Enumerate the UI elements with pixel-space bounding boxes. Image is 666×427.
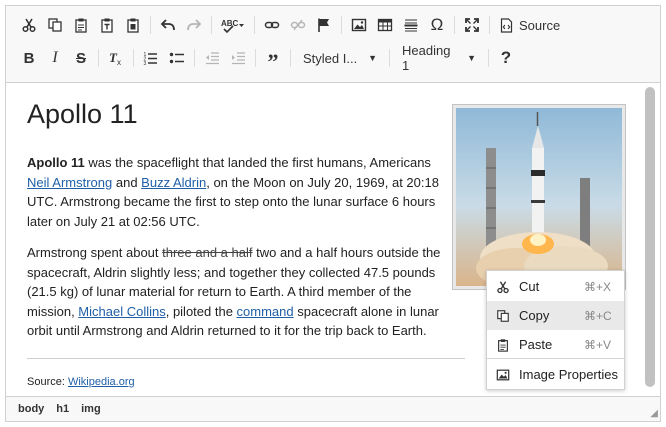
copy-icon: [487, 309, 519, 323]
context-menu-label: Paste: [519, 337, 553, 352]
text-run: and: [112, 174, 142, 190]
resize-handle-icon[interactable]: ◢: [650, 408, 658, 419]
context-menu-shortcut: ⌘+C: [584, 308, 612, 323]
source-citation: Source: Wikipedia.org: [27, 376, 135, 388]
inline-link[interactable]: Neil Armstrong: [27, 175, 112, 190]
strikethrough-icon[interactable]: S: [68, 45, 94, 71]
source-link[interactable]: Wikipedia.org: [68, 376, 135, 388]
text-run: , piloted the: [165, 303, 237, 319]
context-menu-item-cut[interactable]: Cut ⌘+X: [487, 272, 624, 301]
source-button[interactable]: Source: [494, 12, 566, 38]
context-menu-separator: [487, 358, 624, 359]
toolbar-separator: [488, 49, 489, 67]
paste-icon[interactable]: [68, 12, 94, 38]
image-icon: [487, 368, 519, 382]
source-document-icon: [500, 17, 513, 33]
svg-text:ABC: ABC: [221, 19, 239, 28]
special-char-omega-icon[interactable]: Ω: [424, 12, 450, 38]
undo-icon[interactable]: [155, 12, 181, 38]
inline-link[interactable]: Michael Collins: [78, 304, 165, 319]
toolbar-separator: [389, 49, 390, 67]
context-menu-item-copy[interactable]: Copy ⌘+C: [487, 301, 624, 330]
toolbar-separator: [211, 16, 212, 34]
bold-icon[interactable]: B: [16, 45, 42, 71]
toolbar: ABC Ω Source B I S T x 1 2 3 ” Styled I.…: [6, 6, 660, 83]
styles-dropdown[interactable]: Styled I... ▼: [295, 46, 385, 70]
paragraph-details: Armstrong spent about three and a half t…: [27, 243, 447, 341]
apollo-launch-image[interactable]: [452, 104, 626, 290]
toolbar-separator: [454, 16, 455, 34]
toolbar-separator: [150, 16, 151, 34]
remove-format-icon[interactable]: Tx: [103, 45, 129, 71]
blockquote-icon[interactable]: ”: [260, 45, 286, 74]
copy-icon[interactable]: [42, 12, 68, 38]
svg-text:x: x: [117, 58, 121, 66]
bulleted-list-icon[interactable]: [164, 45, 190, 71]
context-menu-label: Copy: [519, 308, 550, 323]
strikethrough-text: three and a half: [162, 245, 253, 260]
path-item-img[interactable]: img: [81, 403, 101, 415]
toolbar-separator: [254, 16, 255, 34]
element-path-bar: body h1 img ◢: [6, 396, 660, 421]
toolbar-row-2: B I S Tx 123 ” Styled I... ▼ Heading 1 ▼…: [16, 43, 519, 74]
text-run: Armstrong spent about: [27, 245, 163, 260]
paragraph-intro: Apollo 11 was the spaceflight that lande…: [27, 153, 447, 231]
link-icon[interactable]: [259, 12, 285, 38]
horizontal-rule: [27, 358, 465, 359]
inline-link[interactable]: command: [237, 304, 294, 319]
source-button-label: Source: [519, 17, 561, 33]
spellcheck-icon[interactable]: ABC: [216, 12, 250, 38]
toolbar-separator: [255, 49, 256, 67]
bold-text: Apollo 11: [27, 155, 85, 170]
source-prefix: Source:: [27, 376, 68, 388]
context-menu-shortcut: ⌘+X: [584, 279, 612, 294]
unlink-icon[interactable]: [285, 12, 311, 38]
page-title: Apollo 11: [27, 99, 138, 129]
toolbar-separator: [98, 49, 99, 67]
format-dropdown[interactable]: Heading 1 ▼: [394, 43, 484, 73]
help-icon[interactable]: ?: [493, 45, 519, 71]
inline-link[interactable]: Buzz Aldrin: [141, 175, 206, 190]
toolbar-separator: [194, 49, 195, 67]
decrease-indent-icon[interactable]: [199, 45, 225, 71]
context-menu-item-image-properties[interactable]: Image Properties: [487, 360, 624, 389]
horizontal-rule-icon[interactable]: [398, 12, 424, 38]
numbered-list-icon[interactable]: 123: [138, 45, 164, 71]
cut-icon: [487, 280, 519, 294]
context-menu: Cut ⌘+X Copy ⌘+C Paste ⌘+V Image Propert…: [486, 270, 625, 390]
path-item-body[interactable]: body: [18, 403, 44, 415]
chevron-down-icon: ▼: [368, 53, 377, 63]
toolbar-separator: [489, 16, 490, 34]
context-menu-label: Cut: [519, 279, 540, 294]
path-item-h1[interactable]: h1: [56, 403, 69, 415]
context-menu-shortcut: ⌘+V: [584, 337, 612, 352]
cut-icon[interactable]: [16, 12, 42, 38]
redo-icon[interactable]: [181, 12, 207, 38]
toolbar-separator: [341, 16, 342, 34]
toolbar-row-1: ABC Ω Source: [16, 11, 566, 39]
maximize-icon[interactable]: [459, 12, 485, 38]
paste-text-icon[interactable]: [94, 12, 120, 38]
text-run: was the spaceflight that landed the firs…: [84, 155, 431, 170]
vertical-scrollbar[interactable]: [645, 87, 655, 387]
anchor-flag-icon[interactable]: [311, 12, 337, 38]
chevron-down-icon: ▼: [467, 53, 476, 63]
image-icon[interactable]: [346, 12, 372, 38]
increase-indent-icon[interactable]: [225, 45, 251, 71]
context-menu-label: Image Properties: [519, 367, 618, 382]
paste-icon: [487, 338, 519, 352]
format-dropdown-value: Heading 1: [402, 43, 451, 73]
toolbar-separator: [290, 49, 291, 67]
svg-text:3: 3: [144, 61, 147, 66]
context-menu-item-paste[interactable]: Paste ⌘+V: [487, 330, 624, 359]
toolbar-separator: [133, 49, 134, 67]
italic-icon[interactable]: I: [42, 45, 68, 71]
paste-from-word-icon[interactable]: [120, 12, 146, 38]
styles-dropdown-value: Styled I...: [303, 50, 358, 66]
rocket-launch-picture: [456, 108, 622, 288]
table-icon[interactable]: [372, 12, 398, 38]
